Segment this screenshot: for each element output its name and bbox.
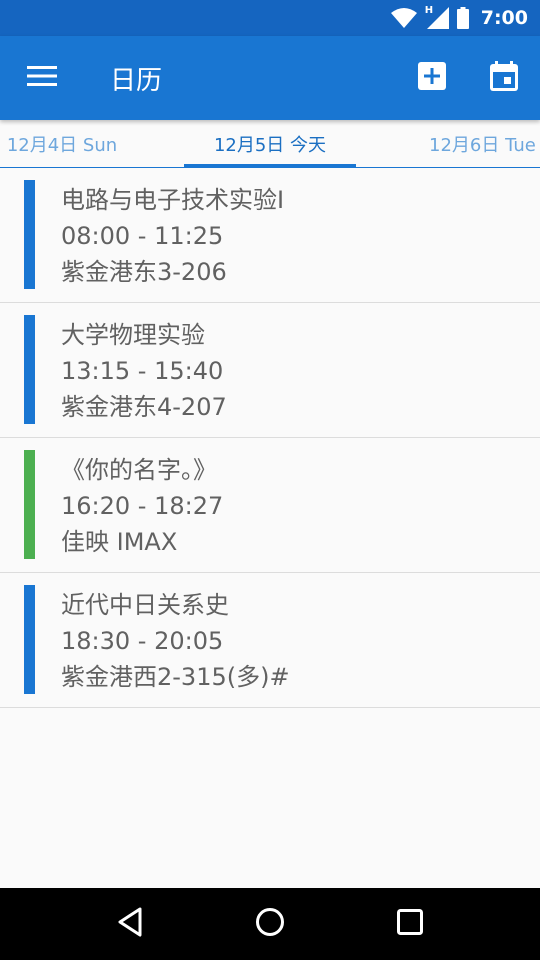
tab-next-day[interactable]: 12月6日 Tue xyxy=(429,120,540,167)
back-icon xyxy=(117,907,143,941)
tab-label: 12月4日 Sun xyxy=(6,134,118,156)
event-time: 18:30 - 20:05 xyxy=(61,627,224,655)
event-card[interactable]: 电路与电子技术实验I 08:00 - 11:25 紫金港东3-206 xyxy=(0,168,540,303)
event-location: 佳映 IMAX xyxy=(61,528,178,556)
add-event-button[interactable] xyxy=(396,36,468,120)
event-title: 《你的名字。》 xyxy=(61,456,217,484)
add-event-icon xyxy=(418,62,446,94)
home-button[interactable] xyxy=(234,888,306,960)
event-color-bar xyxy=(24,450,35,559)
tab-today[interactable]: 12月5日 今天 xyxy=(184,120,356,167)
calendar-icon xyxy=(490,61,518,95)
wifi-icon xyxy=(390,8,417,28)
event-location: 紫金港西2-315(多)# xyxy=(61,663,290,691)
date-tabs: 12月4日 Sun 12月5日 今天 12月6日 Tue xyxy=(0,120,540,168)
home-icon xyxy=(255,907,285,941)
event-card[interactable]: 大学物理实验 13:15 - 15:40 紫金港东4-207 xyxy=(0,303,540,438)
tab-indicator xyxy=(184,164,356,167)
event-location: 紫金港东4-207 xyxy=(61,393,227,421)
event-location: 紫金港东3-206 xyxy=(61,258,227,286)
menu-button[interactable] xyxy=(0,36,84,120)
menu-icon xyxy=(27,65,57,91)
tab-label: 12月6日 Tue xyxy=(429,134,536,156)
event-color-bar xyxy=(24,315,35,424)
event-card[interactable]: 《你的名字。》 16:20 - 18:27 佳映 IMAX xyxy=(0,438,540,573)
event-time: 08:00 - 11:25 xyxy=(61,222,224,250)
status-bar: H 7:00 xyxy=(0,0,540,36)
system-nav-bar xyxy=(0,888,540,960)
status-time: 7:00 xyxy=(480,7,528,29)
recents-icon xyxy=(397,909,423,939)
event-time: 16:20 - 18:27 xyxy=(61,492,224,520)
calendar-app: H 7:00 日历 12月4日 Sun 12月5日 今天 12月6日 Tue 电… xyxy=(0,0,540,960)
battery-icon xyxy=(456,7,469,29)
event-color-bar xyxy=(24,585,35,694)
event-card[interactable]: 近代中日关系史 18:30 - 20:05 紫金港西2-315(多)# xyxy=(0,573,540,708)
cell-signal-icon: H xyxy=(424,5,449,29)
recents-button[interactable] xyxy=(374,888,446,960)
page-title: 日历 xyxy=(110,65,163,96)
event-list: 电路与电子技术实验I 08:00 - 11:25 紫金港东3-206 大学物理实… xyxy=(0,168,540,708)
event-title: 近代中日关系史 xyxy=(61,591,229,619)
event-title: 大学物理实验 xyxy=(61,321,205,349)
app-bar: 日历 xyxy=(0,36,540,120)
network-type-label: H xyxy=(424,5,434,16)
event-time: 13:15 - 15:40 xyxy=(61,357,224,385)
event-title: 电路与电子技术实验I xyxy=(61,186,285,214)
tab-prev-day[interactable]: 12月4日 Sun xyxy=(0,120,140,167)
tab-label: 12月5日 今天 xyxy=(213,134,327,156)
calendar-view-button[interactable] xyxy=(468,36,540,120)
back-button[interactable] xyxy=(94,888,166,960)
event-color-bar xyxy=(24,180,35,289)
